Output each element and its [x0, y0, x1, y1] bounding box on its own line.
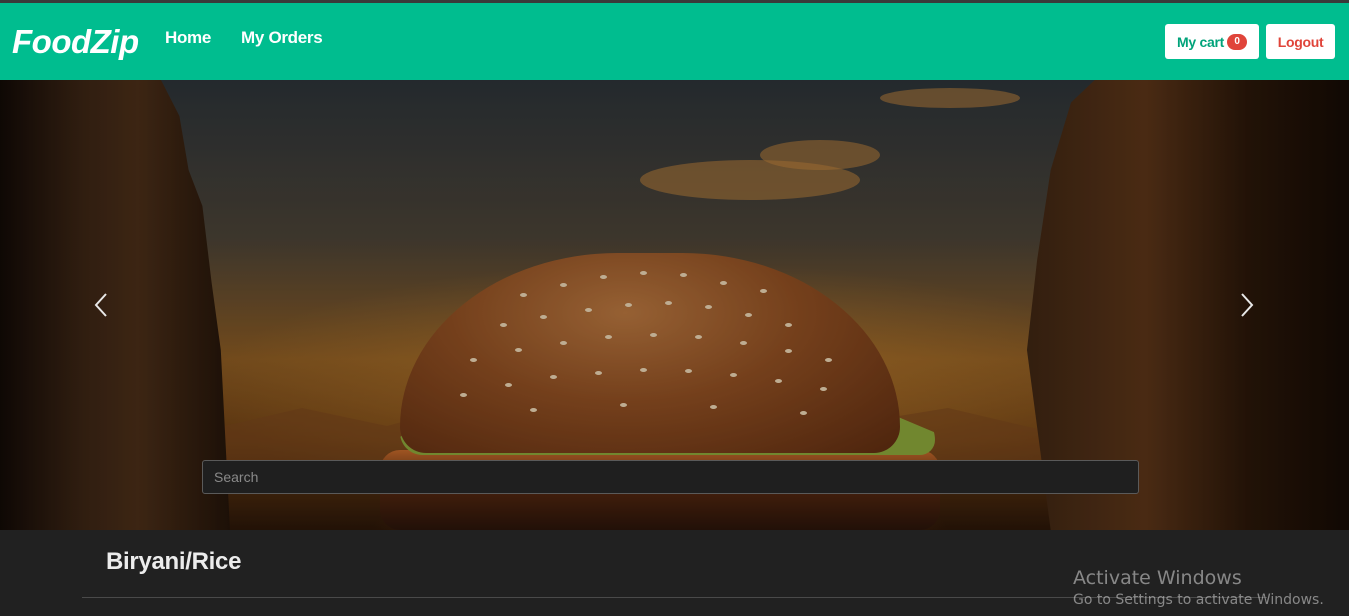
search-container	[202, 460, 1139, 494]
cart-count-badge: 0	[1226, 33, 1247, 50]
chevron-left-icon	[94, 293, 107, 317]
my-cart-button[interactable]: My cart 0	[1165, 24, 1259, 59]
logout-button[interactable]: Logout	[1266, 24, 1335, 59]
category-title: Biryani/Rice	[106, 548, 242, 575]
nav-link-my-orders[interactable]: My Orders	[241, 28, 323, 48]
navbar: FoodZip Home My Orders My cart 0 Logout	[0, 3, 1349, 80]
hero-carousel	[0, 80, 1349, 530]
windows-activation-subtitle: Go to Settings to activate Windows.	[1073, 592, 1324, 608]
search-input[interactable]	[202, 460, 1139, 494]
carousel-next-button[interactable]	[1232, 290, 1262, 320]
carousel-prev-button[interactable]	[86, 290, 116, 320]
brand-logo[interactable]: FoodZip	[12, 23, 139, 61]
windows-activation-title: Activate Windows	[1073, 567, 1242, 589]
nav-link-home[interactable]: Home	[165, 28, 211, 48]
my-cart-label: My cart	[1177, 33, 1224, 50]
chevron-right-icon	[1241, 293, 1254, 317]
